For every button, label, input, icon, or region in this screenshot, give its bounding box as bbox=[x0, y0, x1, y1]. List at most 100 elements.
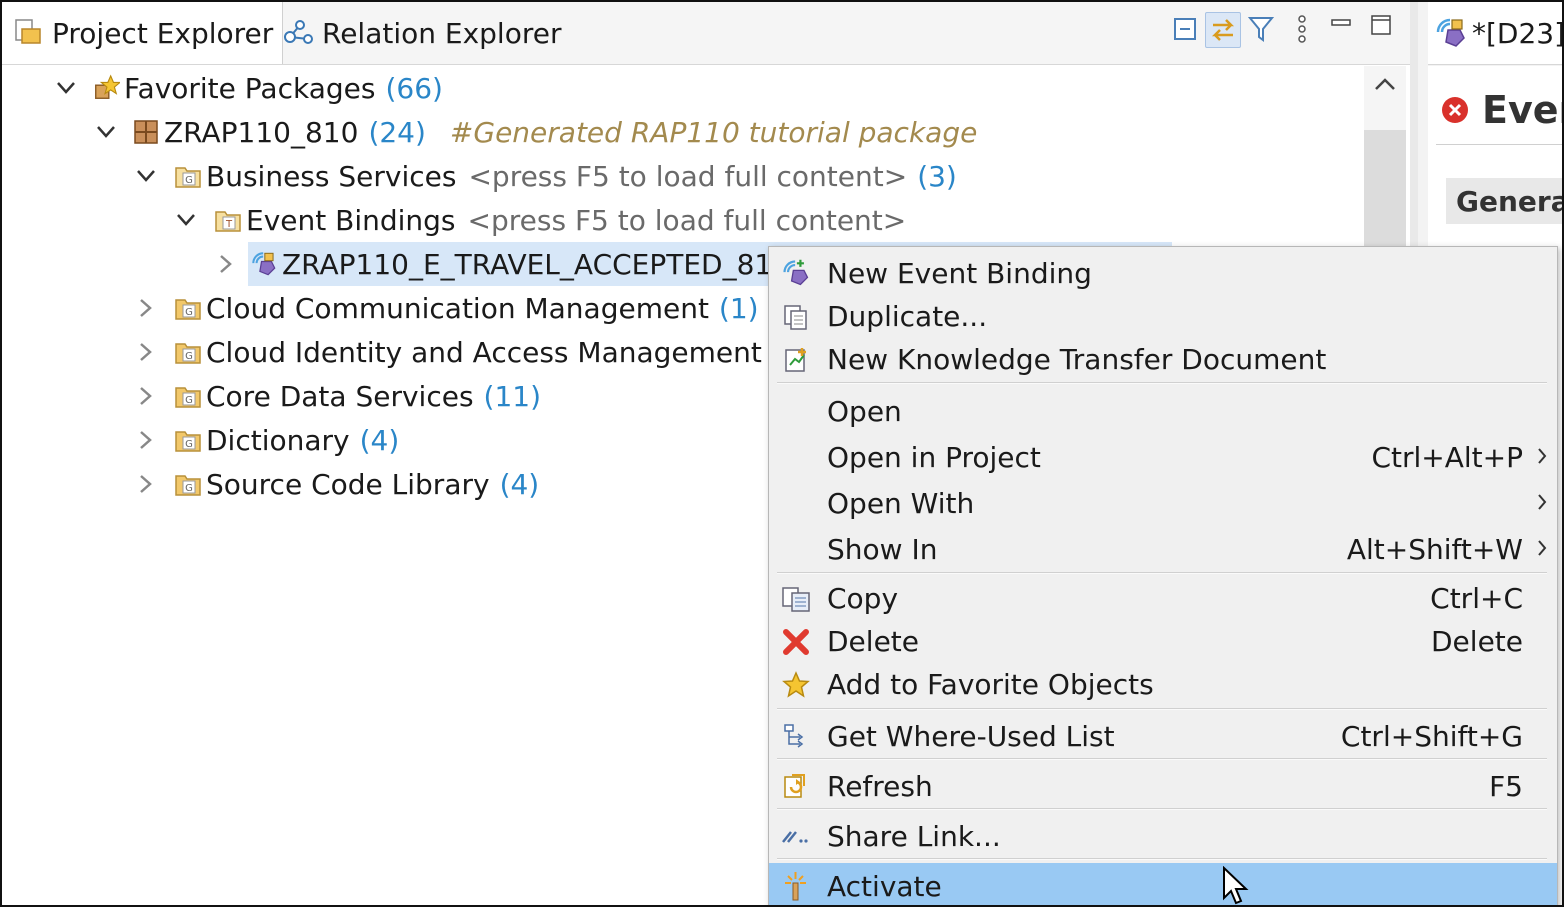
menu-separator bbox=[777, 808, 1547, 810]
menu-item-label: Activate bbox=[827, 869, 942, 903]
menu-item-add-to-favorite-objects[interactable]: Add to Favorite Objects bbox=[769, 663, 1557, 706]
svg-text:G: G bbox=[185, 439, 193, 450]
menu-item-shortcut: F5 bbox=[1489, 769, 1523, 803]
tab-relation-explorer[interactable]: Relation Explorer bbox=[282, 2, 562, 64]
menu-item-show-in[interactable]: Show In Alt+Shift+W bbox=[769, 526, 1557, 572]
event-binding-icon bbox=[781, 258, 811, 288]
menu-item-new-knowledge-transfer-document[interactable]: New Knowledge Transfer Document bbox=[769, 338, 1557, 381]
delete-icon bbox=[781, 627, 811, 657]
refresh-icon bbox=[781, 771, 811, 801]
menu-item-new-event-binding[interactable]: New Event Binding bbox=[769, 251, 1557, 295]
menu-item-shortcut: Ctrl+Alt+P bbox=[1371, 440, 1523, 474]
scroll-up-icon[interactable] bbox=[1374, 76, 1396, 96]
chevron-right-icon[interactable] bbox=[212, 250, 240, 278]
menu-item-label: Copy bbox=[827, 582, 899, 615]
chevron-down-icon[interactable] bbox=[92, 118, 120, 146]
view-menu-button[interactable] bbox=[1285, 12, 1319, 46]
tab-project-explorer[interactable]: Project Explorer bbox=[2, 2, 283, 64]
tree-node-favorite-packages[interactable]: Favorite Packages (66) bbox=[52, 66, 443, 110]
menu-item-activate[interactable]: Activate bbox=[769, 863, 1557, 905]
menu-item-label: Delete bbox=[827, 625, 919, 658]
copy-icon bbox=[781, 584, 811, 614]
svg-text:G: G bbox=[185, 175, 193, 186]
item-count: (24) bbox=[368, 115, 426, 149]
filter-button[interactable] bbox=[1244, 12, 1278, 46]
menu-item-get-where-used-list[interactable]: Get Where-Used List Ctrl+Shift+G bbox=[769, 713, 1557, 759]
tree-label: Source Code Library bbox=[206, 467, 490, 501]
menu-item-open[interactable]: Open bbox=[769, 388, 1557, 434]
tree-label: Event Bindings bbox=[246, 203, 456, 237]
tab-general[interactable]: General bbox=[1446, 178, 1562, 224]
chevron-right-icon[interactable] bbox=[132, 338, 160, 366]
chevron-down-icon[interactable] bbox=[132, 162, 160, 190]
menu-separator bbox=[777, 572, 1547, 574]
minimize-button[interactable] bbox=[1324, 6, 1358, 40]
chevron-right-icon[interactable] bbox=[132, 470, 160, 498]
editor-tab[interactable]: *[D23] bbox=[1428, 2, 1562, 65]
item-count: (66) bbox=[385, 71, 443, 105]
menu-item-open-in-project[interactable]: Open in Project Ctrl+Alt+P bbox=[769, 434, 1557, 480]
item-count: (11) bbox=[483, 379, 542, 413]
tree-node-selected-event-binding[interactable]: ZRAP110_E_TRAVEL_ACCEPTED_810 bbox=[212, 242, 790, 286]
item-count: (4) bbox=[359, 423, 400, 457]
more-vertical-icon bbox=[1298, 15, 1306, 43]
menu-item-label: New Knowledge Transfer Document bbox=[827, 343, 1327, 376]
tree-node-business-services[interactable]: G Business Services <press F5 to load fu… bbox=[132, 154, 957, 198]
tree-node-folder[interactable]: G Source Code Library (4) bbox=[132, 462, 539, 506]
folder-t-icon: T bbox=[214, 206, 242, 234]
link-with-editor-button[interactable] bbox=[1205, 12, 1241, 48]
menu-item-open-with[interactable]: Open With bbox=[769, 480, 1557, 526]
tab-project-explorer-label: Project Explorer bbox=[52, 16, 274, 50]
event-binding-icon bbox=[1436, 18, 1465, 47]
activate-icon bbox=[781, 871, 811, 901]
maximize-button[interactable] bbox=[1364, 8, 1398, 42]
menu-item-shortcut: Ctrl+C bbox=[1430, 582, 1523, 615]
tree-node-folder[interactable]: G Core Data Services (11) bbox=[132, 374, 541, 418]
menu-item-delete[interactable]: Delete Delete bbox=[769, 620, 1557, 663]
project-explorer-icon bbox=[15, 19, 41, 44]
collapse-all-button[interactable] bbox=[1168, 12, 1202, 46]
menu-item-label: Duplicate... bbox=[827, 300, 988, 333]
menu-item-copy[interactable]: Copy Ctrl+C bbox=[769, 577, 1557, 620]
menu-item-label: Refresh bbox=[827, 769, 933, 803]
item-count: (3) bbox=[917, 159, 957, 193]
menu-item-shortcut: Delete bbox=[1431, 625, 1523, 658]
chevron-down-icon[interactable] bbox=[52, 74, 80, 102]
tree-node-folder[interactable]: G Cloud Communication Management (1) bbox=[132, 286, 759, 330]
tree-label: ZRAP110_810 bbox=[164, 115, 359, 149]
chevron-down-icon[interactable] bbox=[172, 206, 200, 234]
menu-item-duplicate[interactable]: Duplicate... bbox=[769, 295, 1557, 338]
chevron-right-icon[interactable] bbox=[132, 426, 160, 454]
menu-item-refresh[interactable]: Refresh F5 bbox=[769, 763, 1557, 809]
relation-icon bbox=[284, 20, 313, 44]
explorer-tab-bar: Project Explorer Relation Explorer bbox=[2, 2, 1410, 65]
menu-item-shortcut: Alt+Shift+W bbox=[1346, 532, 1523, 566]
chevron-right-icon[interactable] bbox=[132, 382, 160, 410]
menu-item-label: Open bbox=[827, 394, 902, 428]
tree-node-package[interactable]: ZRAP110_810 (24) #Generated RAP110 tutor… bbox=[92, 110, 977, 154]
tree-label: Dictionary bbox=[206, 423, 350, 457]
tree-node-folder[interactable]: GCloud Identity and Access Management(1 bbox=[132, 330, 801, 374]
tree-label: ZRAP110_E_TRAVEL_ACCEPTED_810 bbox=[282, 247, 791, 281]
favorite-packages-icon bbox=[92, 74, 120, 102]
menu-item-label: Show In bbox=[827, 532, 938, 566]
folder-g-icon: G bbox=[174, 382, 202, 410]
svg-text:G: G bbox=[185, 483, 193, 494]
menu-item-label: Open in Project bbox=[827, 440, 1041, 474]
load-hint: <press F5 to load full content> bbox=[468, 159, 908, 193]
editor-divider bbox=[1436, 144, 1562, 145]
chevron-right-icon[interactable] bbox=[132, 294, 160, 322]
menu-separator bbox=[777, 382, 1547, 384]
svg-text:G: G bbox=[185, 307, 193, 318]
editor-title-text: Even bbox=[1482, 88, 1562, 132]
link-with-editor-icon bbox=[1211, 19, 1235, 41]
menu-separator bbox=[777, 708, 1547, 710]
folder-g-icon: G bbox=[174, 338, 202, 366]
duplicate-icon bbox=[781, 302, 811, 332]
submenu-arrow-icon bbox=[1537, 535, 1547, 563]
filter-icon bbox=[1248, 17, 1274, 42]
menu-item-share-link[interactable]: Share Link... bbox=[769, 813, 1557, 859]
package-icon bbox=[132, 118, 160, 146]
tree-node-event-bindings[interactable]: T Event Bindings <press F5 to load full … bbox=[172, 198, 906, 242]
tree-node-folder[interactable]: G Dictionary (4) bbox=[132, 418, 399, 462]
